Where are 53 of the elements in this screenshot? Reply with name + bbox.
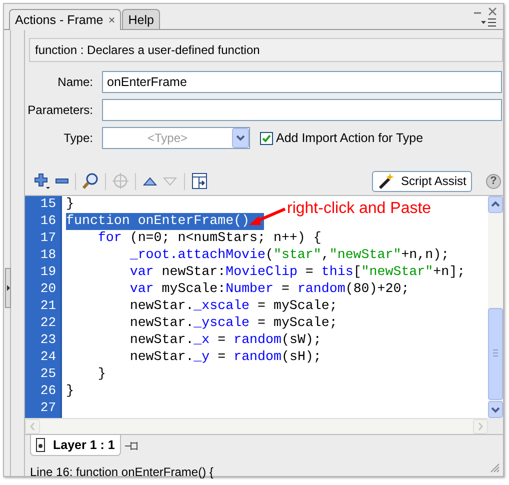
panel-tab[interactable]: Help	[122, 9, 160, 29]
wand-icon	[377, 172, 395, 190]
code-line: }	[96, 366, 106, 383]
line-number: 17	[39, 230, 57, 247]
panel-menu-icon[interactable]	[481, 18, 497, 27]
field-label: Parameters:	[26, 103, 93, 117]
scrollbar-thumb[interactable]	[488, 308, 503, 400]
search-icon[interactable]	[82, 172, 99, 190]
annotation-arrow	[247, 206, 287, 228]
code-line: newStar._x = random(sW);	[128, 332, 322, 349]
code-line: }	[66, 383, 74, 400]
code-line: for (n=0; n<numStars; n++) {	[96, 230, 322, 247]
line-number: 20	[39, 281, 57, 298]
line-number: 23	[39, 332, 57, 349]
line-number: 27	[39, 400, 57, 417]
code-line: newStar._y = random(sH);	[128, 349, 322, 366]
close-icon[interactable]	[488, 7, 497, 16]
layer-tab[interactable]: Layer 1 : 1	[30, 435, 121, 456]
line-number: 26	[39, 383, 57, 400]
script-assist-button[interactable]: Script Assist	[372, 170, 472, 192]
line-number: 24	[39, 349, 57, 366]
annotation-text: right-click and Paste	[287, 200, 432, 218]
code-line: var myScale:Number = random(80)+20;	[128, 281, 410, 298]
close-tab-button[interactable]: ×	[108, 13, 116, 27]
field-label: Type:	[62, 131, 93, 145]
checkbox[interactable]	[260, 132, 273, 144]
line-number: 18	[39, 247, 57, 264]
pin-icon[interactable]	[124, 439, 140, 453]
code-line: }	[66, 196, 74, 213]
line-number: 25	[39, 366, 57, 383]
scroll-up-button[interactable]	[488, 196, 503, 213]
description-bar: function : Declares a user-defined function	[29, 38, 503, 62]
code-line: var newStar:MovieClip = this["newStar"+n];	[128, 264, 466, 281]
code-line: newStar._xscale = myScale;	[128, 298, 338, 315]
document-icon	[36, 438, 45, 452]
code-line: newStar._yscale = myScale;	[128, 315, 338, 332]
field-label: Name:	[56, 75, 93, 89]
name-field[interactable]: onEnterFrame	[102, 71, 502, 93]
line-number: 19	[39, 264, 57, 281]
panel-tab[interactable]: Actions - Frame ×	[9, 9, 122, 30]
line-number: 15	[39, 196, 57, 213]
resize-grip[interactable]	[490, 463, 500, 473]
collapse-handle[interactable]	[5, 268, 11, 308]
parameters-field[interactable]	[102, 99, 502, 121]
status-text: Line 16: function onEnterFrame() {	[30, 465, 214, 479]
line-number: 16	[39, 213, 57, 230]
checkbox-label: Add Import Action for Type	[276, 131, 424, 145]
help-button[interactable]: ?	[486, 174, 501, 188]
scroll-down-button[interactable]	[488, 401, 503, 418]
add-icon[interactable]	[33, 172, 51, 190]
code-line: _root.attachMovie("star","newStar"+n,n);	[128, 247, 450, 264]
line-number: 21	[39, 298, 57, 315]
line-number: 22	[39, 315, 57, 332]
